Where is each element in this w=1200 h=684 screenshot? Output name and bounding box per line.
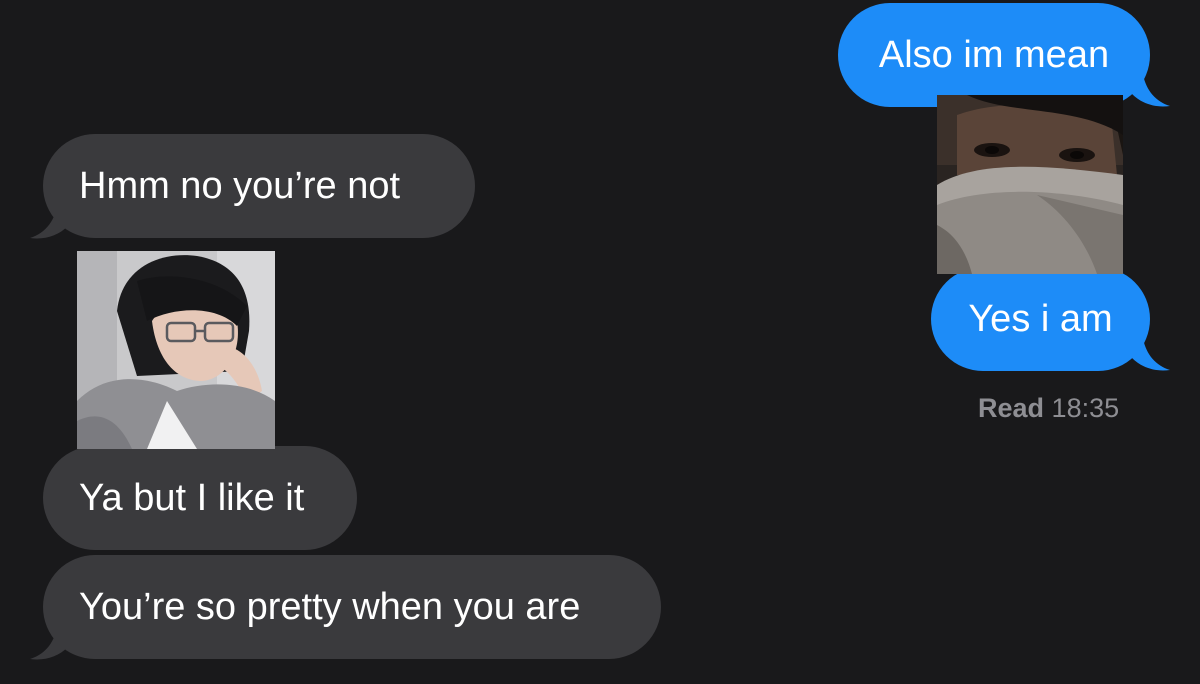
- read-label: Read: [978, 393, 1045, 423]
- message-thread: Also im mean Yes i am Read 18:35 Hmm no …: [0, 0, 1200, 684]
- read-time: 18:35: [1051, 393, 1120, 423]
- sent-message-bubble[interactable]: Also im mean: [838, 3, 1150, 107]
- received-message-bubble[interactable]: Hmm no you’re not: [43, 134, 475, 238]
- sent-photo[interactable]: [937, 95, 1123, 274]
- photo-person-covering-face: [937, 95, 1123, 274]
- received-message-bubble[interactable]: Ya but I like it: [43, 446, 357, 550]
- message-text: Also im mean: [878, 34, 1110, 76]
- photo-person-with-glasses: [77, 251, 275, 449]
- message-text: You’re so pretty when you are: [79, 586, 581, 628]
- message-text: Yes i am: [968, 298, 1113, 340]
- received-photo[interactable]: [77, 251, 275, 449]
- read-receipt: Read 18:35: [978, 393, 1119, 424]
- message-text: Hmm no you’re not: [79, 165, 401, 207]
- sent-message-bubble[interactable]: Yes i am: [931, 267, 1150, 371]
- message-text: Ya but I like it: [79, 477, 305, 519]
- received-message-bubble[interactable]: You’re so pretty when you are: [43, 555, 661, 659]
